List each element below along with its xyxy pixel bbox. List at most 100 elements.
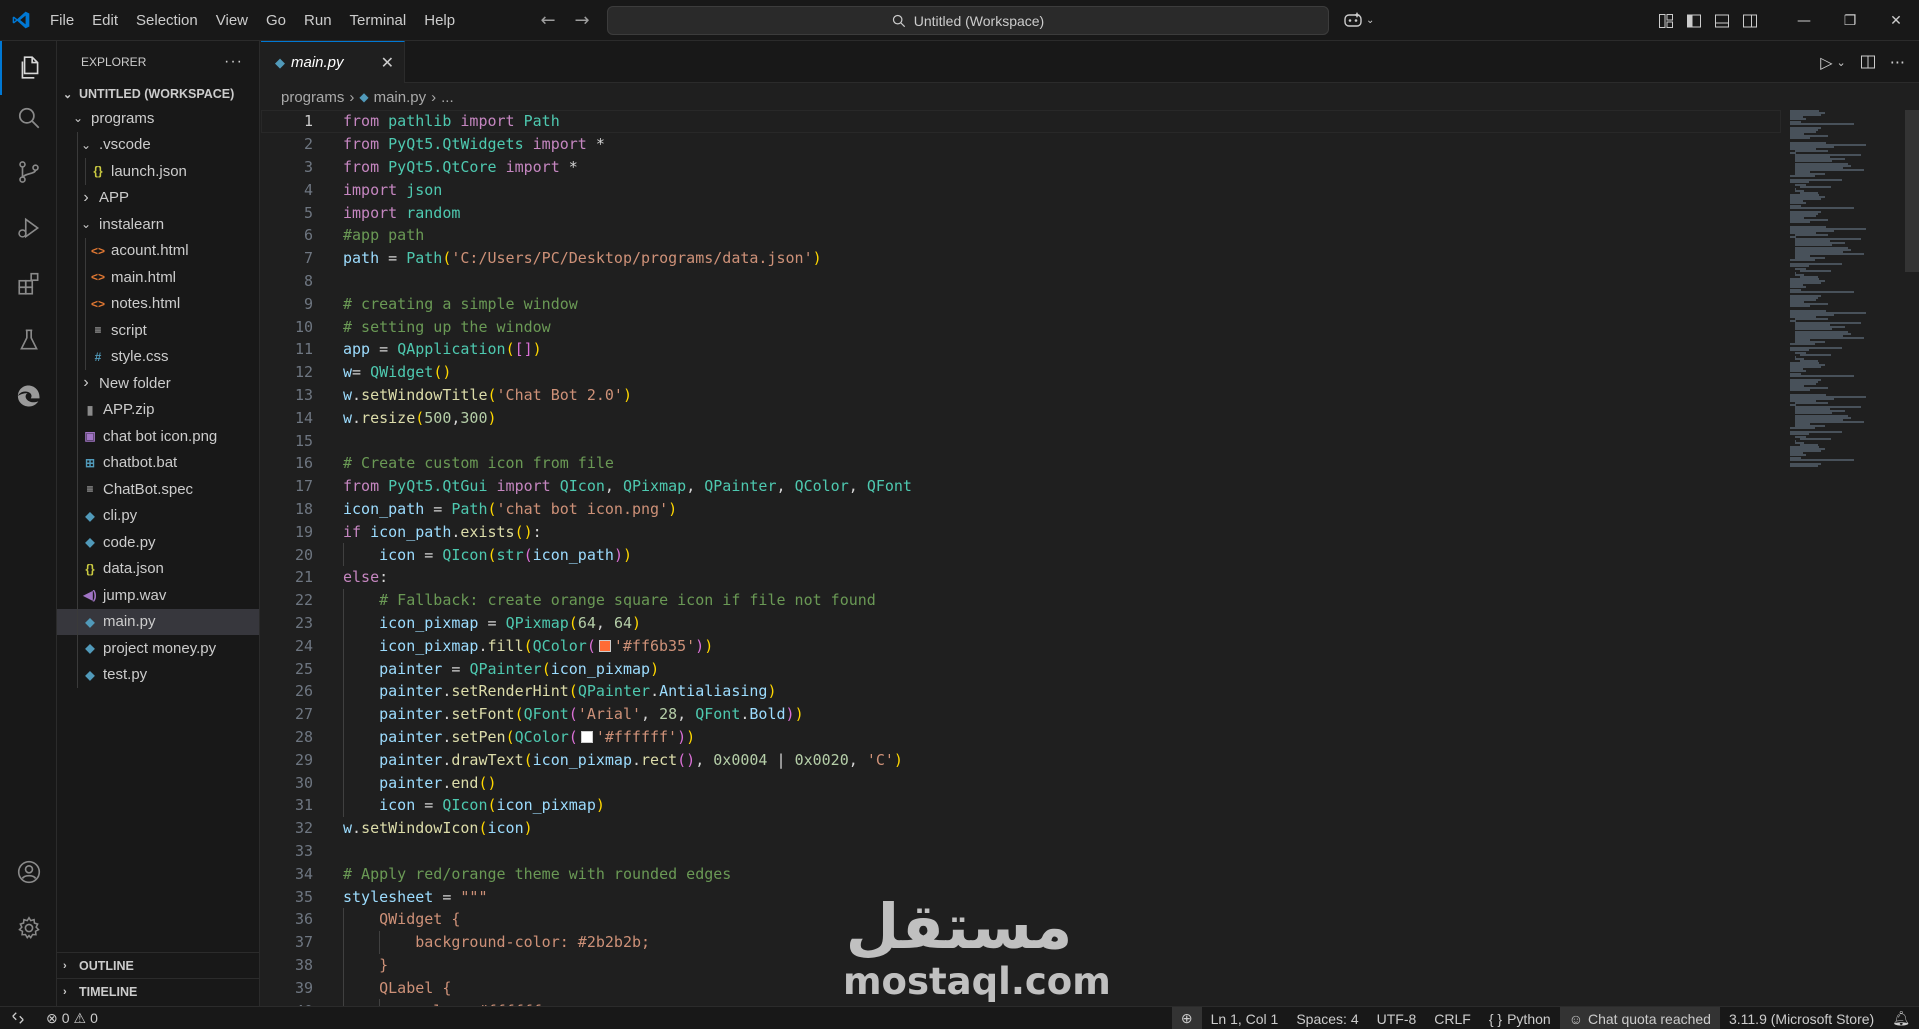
menu-edit[interactable]: Edit (83, 0, 127, 41)
customize-layout-icon[interactable] (1658, 13, 1674, 29)
chevron-down-icon[interactable]: ⌄ (1837, 56, 1846, 69)
close-window-icon[interactable]: ✕ (1873, 0, 1919, 41)
code-token: 'C' (866, 750, 894, 769)
color-swatch[interactable] (580, 730, 593, 743)
toggle-primary-sidebar-icon[interactable] (1686, 13, 1702, 29)
menu-selection[interactable]: Selection (127, 0, 207, 41)
source-control-icon[interactable] (0, 145, 57, 199)
color-swatch[interactable] (598, 639, 611, 652)
explorer-icon[interactable] (0, 41, 57, 95)
tree-item[interactable]: ◆ test.py (57, 661, 259, 688)
watermark-latin: mostaql.com (843, 960, 1111, 1003)
code-text: } (343, 956, 388, 974)
toggle-panel-icon[interactable] (1714, 13, 1730, 29)
back-arrow-icon[interactable]: ← (538, 10, 558, 31)
menu-terminal[interactable]: Terminal (341, 0, 416, 41)
code-token: . (352, 385, 362, 404)
zoom-indicator[interactable]: ⊕ (1171, 1007, 1202, 1029)
workspace-title: Untitled (Workspace) (913, 12, 1045, 29)
cursor-position[interactable]: Ln 1, Col 1 (1202, 1007, 1288, 1029)
minimap[interactable] (1790, 110, 1900, 470)
tree-item[interactable]: ◆ main.py (57, 608, 259, 635)
line-number: 26 (294, 682, 313, 701)
menu-file[interactable]: File (41, 0, 83, 41)
indent-guide (343, 953, 344, 977)
encoding[interactable]: UTF-8 (1368, 1007, 1426, 1029)
restore-icon[interactable]: ❐ (1827, 0, 1873, 41)
remote-indicator-icon[interactable] (0, 1007, 36, 1029)
breadcrumb-symbols[interactable]: ... (441, 89, 454, 106)
workspace-header[interactable]: ⌄ UNTITLED (WORKSPACE) (57, 83, 259, 105)
minimap-line (1799, 437, 1831, 440)
close-tab-icon[interactable]: ✕ (381, 53, 394, 73)
tree-item[interactable]: <> acount.html (57, 237, 259, 264)
extensions-icon[interactable] (0, 257, 57, 311)
code-text: background-color: #2b2b2b; (343, 933, 650, 951)
python-interpreter[interactable]: 3.11.9 (Microsoft Store) (1720, 1007, 1883, 1029)
settings-gear-icon[interactable] (0, 901, 57, 955)
menu-help[interactable]: Help (415, 0, 464, 41)
tree-item[interactable]: ≡ script (57, 317, 259, 344)
tree-item[interactable]: # style.css (57, 343, 259, 370)
tree-item[interactable]: <> notes.html (57, 290, 259, 317)
breadcrumb-file[interactable]: main.py (374, 89, 427, 106)
toggle-secondary-sidebar-icon[interactable] (1742, 13, 1758, 29)
testing-icon[interactable] (0, 313, 57, 367)
tab-main-py[interactable]: ◆ main.py ✕ (261, 41, 405, 83)
account-icon[interactable] (0, 845, 57, 899)
tree-item[interactable]: › New folder (57, 370, 259, 397)
end-of-line[interactable]: CRLF (1425, 1007, 1480, 1029)
code-token: ( (487, 499, 497, 518)
code-token: QIcon (442, 796, 488, 815)
menu-go[interactable]: Go (257, 0, 295, 41)
code-editor[interactable]: 1 from pathlib import Path 2 from PyQt5.QtW… (261, 110, 1919, 1006)
tree-item[interactable]: ◆ cli.py (57, 502, 259, 529)
code-line: 32 w.setWindowIcon(icon) (261, 817, 1761, 840)
notifications-bell-icon[interactable]: 🔔︎ (1883, 1007, 1919, 1029)
split-editor-icon[interactable] (1860, 54, 1876, 70)
tree-item[interactable]: ⌄ programs (57, 105, 259, 132)
code-line: 1 from pathlib import Path (261, 110, 1781, 133)
language-mode[interactable]: { } Python (1480, 1007, 1560, 1029)
tree-item[interactable]: › APP (57, 184, 259, 211)
code-token: Path (451, 499, 488, 518)
run-debug-icon[interactable] (0, 201, 57, 255)
menu-run[interactable]: Run (295, 0, 341, 41)
tree-item[interactable]: ⌄ .vscode (57, 131, 259, 158)
outline-section[interactable]: › OUTLINE (57, 952, 260, 978)
activity-bar (0, 41, 57, 1006)
chat-quota-status[interactable]: ☺ Chat quota reached (1559, 1007, 1720, 1029)
code-line: 9 # creating a simple window (261, 292, 1761, 315)
tree-item[interactable]: ◆ code.py (57, 529, 259, 556)
edge-icon[interactable] (0, 369, 57, 423)
tree-item[interactable]: {} launch.json (57, 158, 259, 185)
tree-item[interactable]: {} data.json (57, 555, 259, 582)
tree-item[interactable]: ▣ chat bot icon.png (57, 423, 259, 450)
minimize-icon[interactable]: — (1781, 0, 1827, 41)
run-python-file-icon[interactable]: ▷ (1820, 53, 1832, 72)
timeline-section[interactable]: › TIMELINE (57, 978, 260, 1004)
more-actions-icon[interactable]: ··· (224, 53, 243, 71)
menu-view[interactable]: View (207, 0, 257, 41)
code-text: QLabel { (343, 979, 451, 997)
indentation[interactable]: Spaces: 4 (1287, 1007, 1367, 1029)
more-actions-icon[interactable]: ··· (1890, 53, 1905, 72)
command-center-search[interactable]: Untitled (Workspace) (607, 6, 1329, 35)
forward-arrow-icon[interactable]: → (572, 10, 592, 31)
code-token: 'Chat Bot 2.0' (496, 385, 623, 404)
line-number: 37 (294, 933, 313, 952)
tree-item[interactable]: ▮ APP.zip (57, 396, 259, 423)
problems-indicator[interactable]: ⊗ 0 ⚠ 0 (46, 1010, 98, 1027)
tree-item[interactable]: ⊞ chatbot.bat (57, 449, 259, 476)
copilot-menu-button[interactable]: ⌄ (1343, 8, 1374, 32)
tree-item[interactable]: ◆ project money.py (57, 635, 259, 662)
code-token: import (496, 477, 551, 496)
breadcrumb-folder[interactable]: programs (281, 89, 344, 106)
tree-item[interactable]: ≡ ChatBot.spec (57, 476, 259, 503)
code-text: if icon_path.exists(): (343, 523, 542, 541)
tree-item[interactable]: ⌄ instalearn (57, 211, 259, 238)
tree-item[interactable]: ◀) jump.wav (57, 582, 259, 609)
search-icon[interactable] (0, 91, 57, 145)
tree-item[interactable]: <> main.html (57, 264, 259, 291)
vertical-scrollbar[interactable] (1905, 110, 1919, 272)
